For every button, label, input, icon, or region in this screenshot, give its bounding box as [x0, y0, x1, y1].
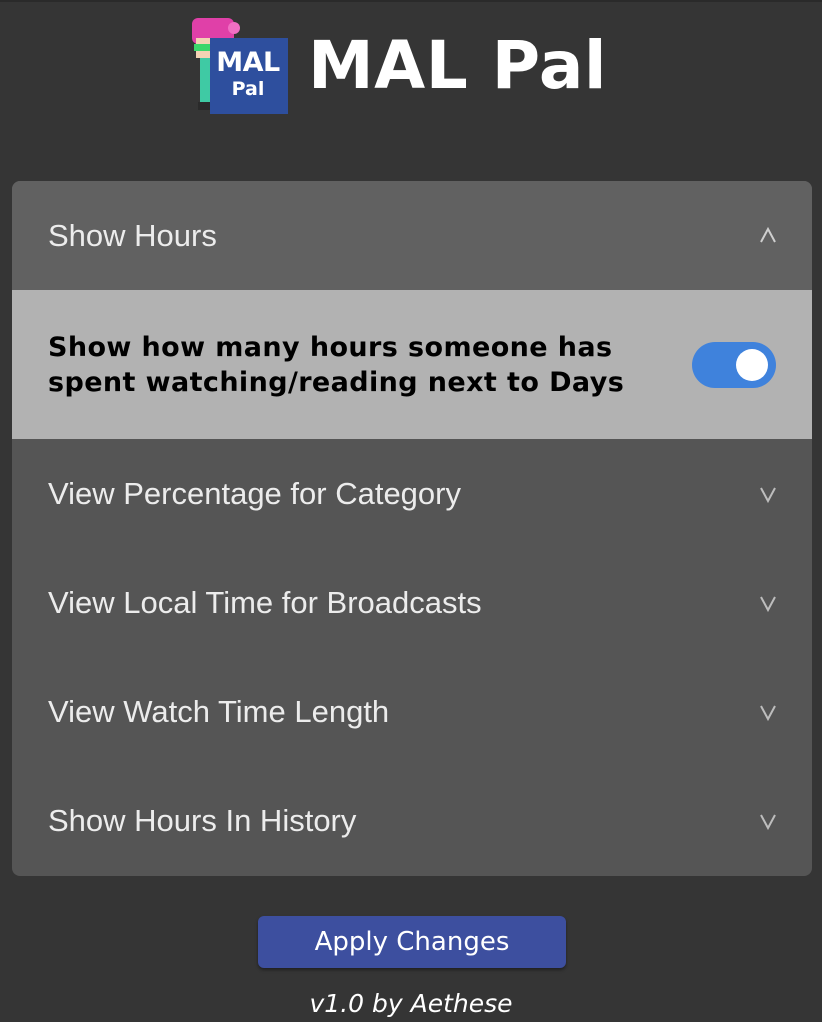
accordion-header-watch-time[interactable]: View Watch Time Length: [12, 657, 812, 766]
chevron-down-icon: [760, 487, 776, 503]
accordion-header-view-percentage[interactable]: View Percentage for Category: [12, 439, 812, 548]
accordion-label: View Percentage for Category: [48, 475, 461, 511]
version-label: v1.0 by Aethese: [309, 989, 513, 1018]
accordion-label: View Local Time for Broadcasts: [48, 584, 482, 620]
top-border: [0, 0, 822, 2]
toggle-knob: [736, 348, 768, 381]
apply-changes-button[interactable]: Apply Changes: [258, 916, 566, 968]
setting-description: Show how many hours someone has spent wa…: [48, 331, 625, 398]
logo-text: MAL Pal: [208, 38, 288, 114]
accordion-header-hours-history[interactable]: Show Hours In History: [12, 766, 812, 875]
logo-text-mal: MAL: [216, 47, 280, 78]
app-title: MAL Pal: [308, 27, 608, 104]
chevron-up-icon: [760, 226, 776, 242]
accordion-header-local-time[interactable]: View Local Time for Broadcasts: [12, 548, 812, 657]
app-header: MAL Pal MAL Pal: [186, 14, 607, 118]
accordion-body-show-hours: Show how many hours someone has spent wa…: [12, 290, 812, 439]
settings-accordion: Show Hours Show how many hours someone h…: [12, 181, 812, 876]
chevron-down-icon: [760, 705, 776, 721]
show-hours-toggle[interactable]: [692, 341, 776, 388]
chevron-down-icon: [760, 596, 776, 612]
app-logo: MAL Pal: [186, 14, 292, 118]
accordion-label: Show Hours In History: [48, 802, 357, 838]
logo-text-pal: Pal: [231, 78, 265, 100]
accordion-label: View Watch Time Length: [48, 693, 390, 729]
chevron-down-icon: [760, 814, 776, 830]
accordion-label: Show Hours: [48, 217, 217, 253]
accordion-header-show-hours[interactable]: Show Hours: [12, 181, 812, 290]
